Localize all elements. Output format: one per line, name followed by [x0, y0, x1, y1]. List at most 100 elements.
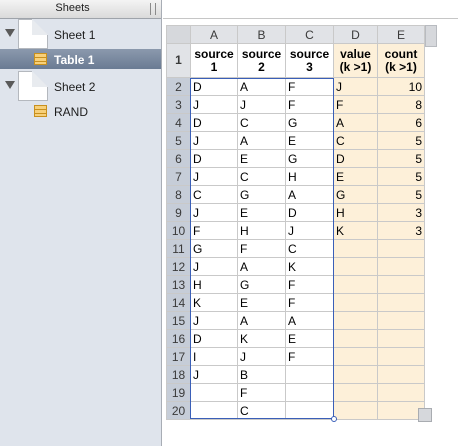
- cell-c[interactable]: [285, 383, 334, 402]
- row-header[interactable]: 1: [166, 43, 191, 78]
- cell-a[interactable]: D: [190, 149, 238, 168]
- table-item-rand[interactable]: RAND: [0, 101, 161, 121]
- cell-c[interactable]: G: [285, 149, 334, 168]
- cell-c[interactable]: D: [285, 203, 334, 222]
- cell-b[interactable]: G: [237, 275, 286, 294]
- cell-b[interactable]: E: [237, 149, 286, 168]
- row-header[interactable]: 5: [166, 131, 191, 150]
- row-header[interactable]: 20: [166, 401, 191, 420]
- row-header[interactable]: 13: [166, 275, 191, 294]
- cell-a[interactable]: J: [190, 95, 238, 114]
- cell-a[interactable]: [190, 401, 238, 420]
- cell-e[interactable]: 5: [377, 149, 425, 168]
- disclosure-triangle-icon[interactable]: [5, 81, 15, 89]
- header-cell[interactable]: value (k >1): [333, 43, 378, 78]
- row-header[interactable]: 19: [166, 383, 191, 402]
- cell-b[interactable]: J: [237, 95, 286, 114]
- table-resize-handle[interactable]: [418, 408, 432, 422]
- cell-a[interactable]: [190, 383, 238, 402]
- cell-e[interactable]: 3: [377, 221, 425, 240]
- cell-d[interactable]: [333, 365, 378, 384]
- cell-b[interactable]: A: [237, 77, 286, 96]
- cell-d[interactable]: D: [333, 149, 378, 168]
- cell-a[interactable]: J: [190, 131, 238, 150]
- cell-b[interactable]: E: [237, 293, 286, 312]
- cell-e[interactable]: 5: [377, 185, 425, 204]
- row-header[interactable]: 17: [166, 347, 191, 366]
- column-header[interactable]: E: [377, 25, 425, 44]
- cell-e[interactable]: 5: [377, 167, 425, 186]
- cell-a[interactable]: J: [190, 167, 238, 186]
- cell-d[interactable]: [333, 329, 378, 348]
- cell-d[interactable]: C: [333, 131, 378, 150]
- cell-e[interactable]: 3: [377, 203, 425, 222]
- cell-c[interactable]: F: [285, 95, 334, 114]
- cell-d[interactable]: G: [333, 185, 378, 204]
- cell-e[interactable]: 8: [377, 95, 425, 114]
- grid-corner-handle[interactable]: [166, 25, 191, 44]
- cell-d[interactable]: J: [333, 77, 378, 96]
- cell-a[interactable]: H: [190, 275, 238, 294]
- cell-e[interactable]: 5: [377, 131, 425, 150]
- header-cell[interactable]: source 3: [285, 43, 334, 78]
- cell-c[interactable]: F: [285, 293, 334, 312]
- row-header[interactable]: 8: [166, 185, 191, 204]
- row-header[interactable]: 9: [166, 203, 191, 222]
- cell-e[interactable]: [377, 275, 425, 294]
- cell-e[interactable]: [377, 365, 425, 384]
- cell-a[interactable]: I: [190, 347, 238, 366]
- cell-e[interactable]: [377, 293, 425, 312]
- cell-a[interactable]: F: [190, 221, 238, 240]
- cell-e[interactable]: [377, 329, 425, 348]
- table-item-table-1[interactable]: Table 1: [0, 49, 161, 69]
- row-header[interactable]: 12: [166, 257, 191, 276]
- cell-c[interactable]: C: [285, 239, 334, 258]
- cell-a[interactable]: J: [190, 311, 238, 330]
- cell-b[interactable]: K: [237, 329, 286, 348]
- cell-b[interactable]: C: [237, 167, 286, 186]
- cell-a[interactable]: D: [190, 329, 238, 348]
- cell-d[interactable]: F: [333, 95, 378, 114]
- cell-b[interactable]: E: [237, 203, 286, 222]
- disclosure-triangle-icon[interactable]: [5, 29, 15, 37]
- cell-d[interactable]: A: [333, 113, 378, 132]
- sidebar-resize-grip[interactable]: [150, 3, 156, 15]
- column-header[interactable]: C: [285, 25, 334, 44]
- cell-b[interactable]: A: [237, 131, 286, 150]
- cell-a[interactable]: J: [190, 203, 238, 222]
- cell-d[interactable]: [333, 257, 378, 276]
- row-header[interactable]: 15: [166, 311, 191, 330]
- cell-b[interactable]: B: [237, 365, 286, 384]
- row-header[interactable]: 3: [166, 95, 191, 114]
- cell-d[interactable]: [333, 401, 378, 420]
- column-header[interactable]: A: [190, 25, 238, 44]
- cell-c[interactable]: H: [285, 167, 334, 186]
- cell-d[interactable]: E: [333, 167, 378, 186]
- cell-c[interactable]: F: [285, 77, 334, 96]
- cell-a[interactable]: D: [190, 77, 238, 96]
- column-header[interactable]: D: [333, 25, 378, 44]
- cell-e[interactable]: [377, 383, 425, 402]
- cell-d[interactable]: K: [333, 221, 378, 240]
- cell-c[interactable]: A: [285, 185, 334, 204]
- cell-c[interactable]: [285, 401, 334, 420]
- cell-d[interactable]: [333, 239, 378, 258]
- cell-c[interactable]: F: [285, 347, 334, 366]
- row-header[interactable]: 11: [166, 239, 191, 258]
- cell-b[interactable]: G: [237, 185, 286, 204]
- row-header[interactable]: 10: [166, 221, 191, 240]
- cell-b[interactable]: J: [237, 347, 286, 366]
- cell-a[interactable]: D: [190, 113, 238, 132]
- cell-b[interactable]: H: [237, 221, 286, 240]
- header-cell[interactable]: count (k >1): [377, 43, 425, 78]
- cell-b[interactable]: F: [237, 239, 286, 258]
- cell-a[interactable]: K: [190, 293, 238, 312]
- cell-c[interactable]: E: [285, 329, 334, 348]
- cell-e[interactable]: [377, 239, 425, 258]
- cell-c[interactable]: A: [285, 311, 334, 330]
- cell-e[interactable]: [377, 347, 425, 366]
- column-header[interactable]: B: [237, 25, 286, 44]
- cell-d[interactable]: [333, 293, 378, 312]
- row-header[interactable]: 2: [166, 77, 191, 96]
- row-header[interactable]: 18: [166, 365, 191, 384]
